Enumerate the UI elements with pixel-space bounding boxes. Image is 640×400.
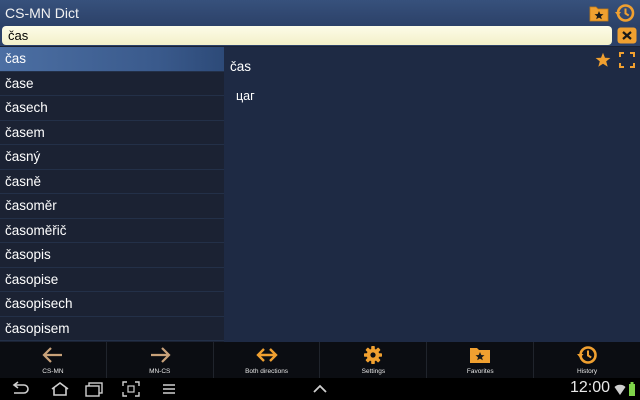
chevron-up-icon[interactable] [311,381,329,397]
list-item[interactable]: časopise [0,268,224,292]
tool-label: Settings [361,368,386,375]
tool-label: Both directions [245,368,289,375]
history-icon[interactable] [615,3,635,23]
tool-label: Favorites [466,368,494,375]
wifi-icon [614,384,626,395]
favorites-button[interactable]: Favorites [427,342,535,378]
list-item[interactable]: časem [0,121,224,145]
screenshot-icon[interactable] [122,381,140,397]
list-item[interactable]: časoměr [0,194,224,219]
arrow-right-icon [150,347,171,363]
history-icon [577,346,597,364]
detail-translation: цаг [236,89,255,103]
gear-icon [364,346,383,364]
list-item[interactable]: časopisech [0,292,224,317]
system-bar: 12:00 [0,378,640,400]
word-list: čas čase časech časem časný časně časomě… [0,47,224,342]
favorites-folder-icon [470,348,491,363]
list-item[interactable]: čase [0,72,224,96]
battery-icon [629,382,635,396]
bottom-toolbar: CS-MN MN-CS Both directions Settings Fav… [0,342,640,378]
both-directions-button[interactable]: Both directions [214,342,321,378]
list-item[interactable]: časech [0,96,224,121]
search-bar [0,26,640,46]
app-title: CS-MN Dict [5,5,79,21]
arrow-both-icon [255,348,278,362]
list-item[interactable]: časoměřič [0,219,224,243]
tool-label: MN-CS [149,368,171,375]
list-item[interactable]: časně [0,170,224,194]
recent-apps-icon[interactable] [84,381,104,397]
title-bar: CS-MN Dict [0,0,640,26]
list-item[interactable]: časopis [0,243,224,268]
tool-label: History [576,368,598,375]
list-item[interactable]: čas [0,47,224,72]
translation-pane: čas цаг [224,47,640,342]
star-icon[interactable] [595,52,611,68]
detail-headword: čas [230,59,252,74]
list-item[interactable]: časopisem [0,317,224,341]
settings-button[interactable]: Settings [320,342,428,378]
favorites-folder-icon[interactable] [589,3,609,23]
home-icon[interactable] [50,381,70,397]
history-button[interactable]: History [534,342,640,378]
fullscreen-icon[interactable] [619,52,635,68]
back-icon[interactable] [10,381,30,397]
tool-label: CS-MN [42,368,64,375]
cs-mn-button[interactable]: CS-MN [0,342,107,378]
menu-icon[interactable] [160,381,178,397]
search-input[interactable] [2,26,612,45]
clock: 12:00 [570,379,611,396]
list-item[interactable]: časný [0,145,224,170]
clear-search-button[interactable] [617,27,637,44]
mn-cs-button[interactable]: MN-CS [107,342,214,378]
arrow-left-icon [42,347,62,363]
